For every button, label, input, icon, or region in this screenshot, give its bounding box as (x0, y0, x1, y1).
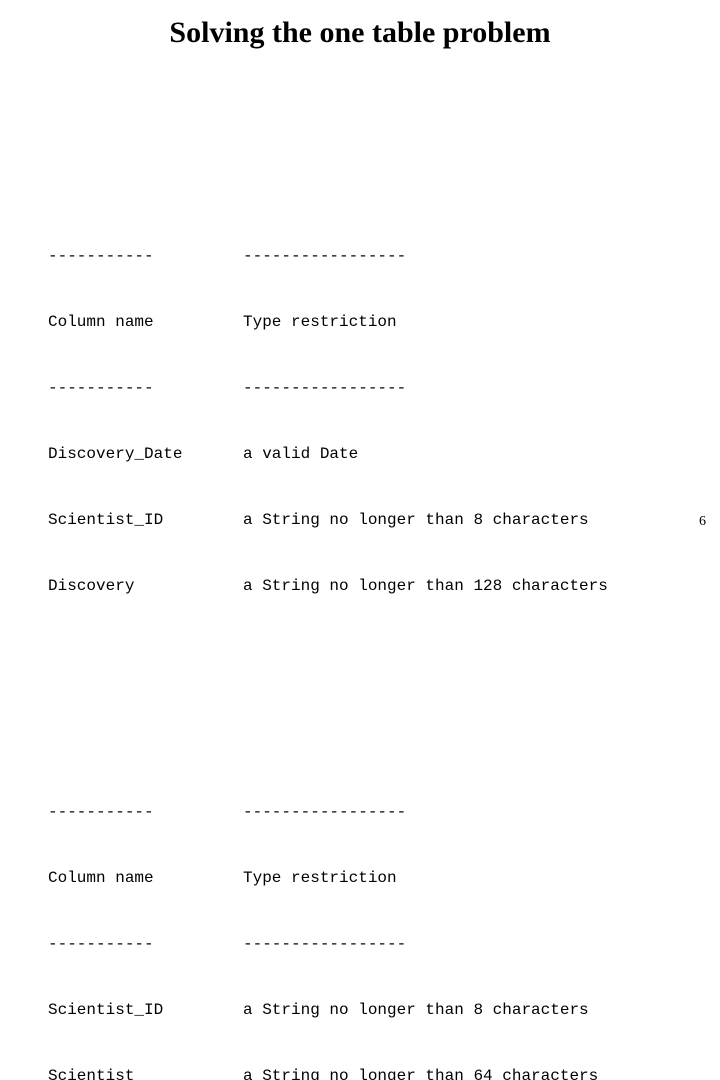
header-row: Column nameType restriction (48, 311, 608, 333)
cell-name: Scientist (48, 1065, 243, 1080)
cell-restriction: a String no longer than 8 characters (243, 999, 589, 1021)
sep: ----------- (48, 245, 243, 267)
sep: ----------------- (243, 801, 406, 823)
cell-name: Discovery_Date (48, 443, 243, 465)
cell-restriction: a String no longer than 8 characters (243, 509, 589, 531)
cell-restriction: a String no longer than 128 characters (243, 575, 608, 597)
col-header: Column name (48, 311, 243, 333)
header-row: Column nameType restriction (48, 867, 608, 889)
content-area: ---------------------------- Column name… (48, 135, 608, 1080)
sep: ----------- (48, 801, 243, 823)
table-row: Scientista String no longer than 64 char… (48, 1065, 608, 1080)
col-header: Type restriction (243, 867, 397, 889)
page-number: 6 (699, 514, 706, 530)
cell-name: Scientist_ID (48, 509, 243, 531)
separator-row: ---------------------------- (48, 377, 608, 399)
separator-row: ---------------------------- (48, 801, 608, 823)
table-1: ---------------------------- Column name… (48, 201, 608, 641)
separator-row: ---------------------------- (48, 245, 608, 267)
cell-name: Scientist_ID (48, 999, 243, 1021)
table-row: Scientist_IDa String no longer than 8 ch… (48, 999, 608, 1021)
table-row: Discoverya String no longer than 128 cha… (48, 575, 608, 597)
slide: Solving the one table problem ----------… (0, 0, 720, 540)
cell-restriction: a valid Date (243, 443, 358, 465)
separator-row: ---------------------------- (48, 933, 608, 955)
col-header: Column name (48, 867, 243, 889)
table-row: Scientist_IDa String no longer than 8 ch… (48, 509, 608, 531)
sep: ----------------- (243, 377, 406, 399)
col-header: Type restriction (243, 311, 397, 333)
table-2: ---------------------------- Column name… (48, 757, 608, 1080)
sep: ----------- (48, 933, 243, 955)
sep: ----------------- (243, 933, 406, 955)
table-row: Discovery_Datea valid Date (48, 443, 608, 465)
sep: ----------------- (243, 245, 406, 267)
cell-name: Discovery (48, 575, 243, 597)
sep: ----------- (48, 377, 243, 399)
page-title: Solving the one table problem (0, 16, 720, 50)
cell-restriction: a String no longer than 64 characters (243, 1065, 598, 1080)
